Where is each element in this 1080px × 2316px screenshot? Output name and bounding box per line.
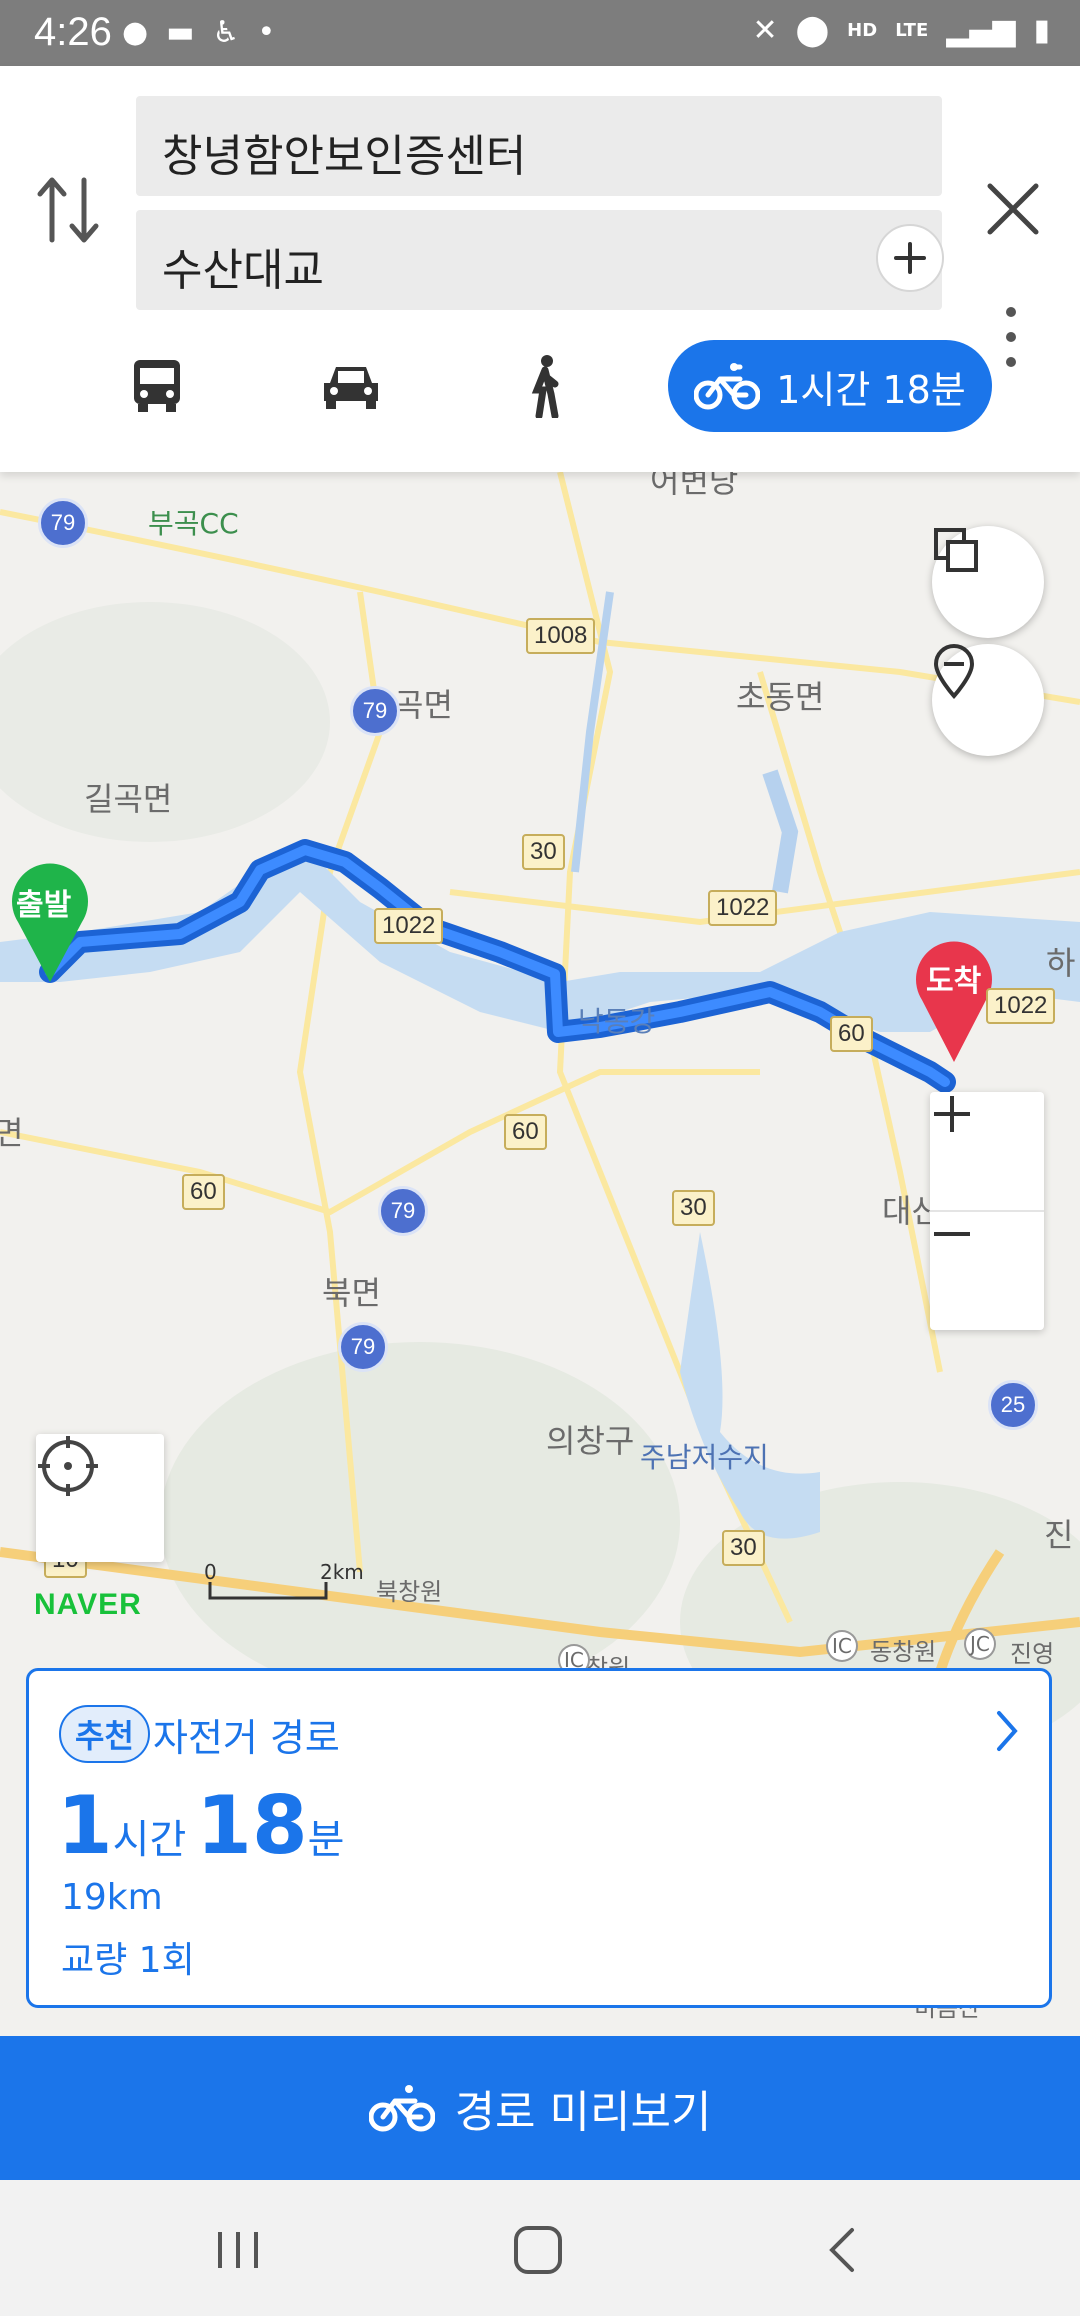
location-icon: ⬤ xyxy=(795,13,830,48)
bike-duration: 1시간 18분 xyxy=(776,367,966,412)
route-type: 자전거 경로 xyxy=(153,1716,340,1760)
add-waypoint-button[interactable] xyxy=(876,224,944,292)
talk-icon: ● xyxy=(122,15,149,50)
status-bar: 4:26 ● ▬ ♿ • ✕ ⬤ HD LTE ▂▄▆ ▮ xyxy=(0,0,1080,66)
battery-icon: ▮ xyxy=(1033,13,1050,48)
destination-field[interactable]: 수산대교 xyxy=(136,210,944,310)
route-duration: 1시간 18분 xyxy=(57,1779,354,1872)
place-label: 어변당 xyxy=(650,472,739,500)
back-button[interactable] xyxy=(814,2220,874,2280)
map-scale: 0 2km xyxy=(204,1560,364,1602)
place-pin-button[interactable] xyxy=(932,644,1044,756)
chevron-right-icon[interactable] xyxy=(987,1701,1027,1761)
route-bridges: 교량 1회 xyxy=(61,1940,195,1981)
route-preview-button[interactable]: 경로 미리보기 xyxy=(0,2036,1080,2180)
route-summary-card[interactable]: 추천 자전거 경로 1시간 18분 19km 교량 1회 xyxy=(26,1668,1052,2008)
recent-apps-button[interactable] xyxy=(208,2220,268,2280)
place-label: 면 xyxy=(0,1114,24,1152)
current-location-button[interactable] xyxy=(36,1434,164,1562)
place-label: 하 xyxy=(1046,944,1076,982)
road-badge: 1022 xyxy=(986,988,1056,1024)
road-badge: 60 xyxy=(182,1174,225,1210)
route-badge: 79 xyxy=(338,1322,388,1372)
zoom-controls xyxy=(930,1092,1044,1330)
place-label: 동창원 xyxy=(870,1638,937,1666)
map-pin-icon xyxy=(933,644,975,699)
route-search-header: 창녕함안보인증센터 수산대교 1시간 18분 xyxy=(0,66,1080,472)
river-label: 낙동강 xyxy=(578,1005,656,1038)
jc-label: JC xyxy=(964,1628,996,1660)
road-badge: 1022 xyxy=(708,890,778,926)
duration-minutes-unit: 분 xyxy=(307,1817,345,1863)
road-badge: 60 xyxy=(504,1114,547,1150)
home-button[interactable] xyxy=(508,2220,568,2280)
zoom-in-button[interactable] xyxy=(930,1092,1044,1210)
bus-icon xyxy=(134,360,180,412)
message-icon: ▬ xyxy=(166,15,195,50)
road-badge: 1008 xyxy=(526,618,596,654)
place-label: 길곡면 xyxy=(84,780,173,818)
road-badge: 1022 xyxy=(374,908,444,944)
duration-hours-unit: 시간 xyxy=(112,1817,187,1863)
place-label: 북면 xyxy=(322,1274,381,1312)
system-nav-bar xyxy=(0,2180,1080,2316)
place-label: 초동면 xyxy=(736,678,825,716)
zoom-out-button[interactable] xyxy=(930,1212,1044,1330)
mode-bike[interactable]: 1시간 18분 xyxy=(668,340,992,432)
mute-icon: ✕ xyxy=(752,13,778,48)
mode-walk[interactable] xyxy=(500,340,590,432)
route-badge: 79 xyxy=(350,686,400,736)
place-label: 의창구 xyxy=(546,1422,635,1460)
duration-hours: 1 xyxy=(57,1779,113,1872)
road-badge: 30 xyxy=(672,1190,715,1226)
place-label: 북창원 xyxy=(376,1578,443,1606)
lake-label: 주남저수지 xyxy=(640,1441,769,1474)
home-icon xyxy=(514,2226,562,2274)
place-label: 부곡CC xyxy=(148,507,239,540)
hd-voice-icon: HD xyxy=(847,20,878,41)
preview-label: 경로 미리보기 xyxy=(454,2087,712,2138)
status-time: 4:26 xyxy=(34,10,112,54)
recents-icon xyxy=(218,2232,258,2268)
recommend-badge: 추천 xyxy=(59,1705,150,1763)
place-label: 곡면 xyxy=(394,686,453,724)
route-badge: 79 xyxy=(378,1186,428,1236)
end-marker-label: 도착 xyxy=(926,964,982,999)
mode-bus[interactable] xyxy=(112,340,202,432)
signal-icon: ▂▄▆ xyxy=(946,13,1016,48)
duration-minutes: 18 xyxy=(196,1779,308,1872)
place-label: 진영 xyxy=(1010,1640,1055,1668)
road-badge: 60 xyxy=(830,1016,873,1052)
road-badge: 30 xyxy=(722,1530,765,1566)
close-icon[interactable] xyxy=(982,178,1044,240)
mode-car[interactable] xyxy=(306,340,396,432)
crosshair-icon xyxy=(38,1436,98,1496)
bike-icon xyxy=(368,2085,435,2132)
walk-icon xyxy=(531,355,559,418)
origin-field[interactable]: 창녕함안보인증센터 xyxy=(136,96,942,196)
route-badge: 79 xyxy=(38,498,88,548)
dot-icon: • xyxy=(257,15,276,50)
accessibility-icon: ♿ xyxy=(212,15,240,50)
origin-text: 창녕함안보인증센터 xyxy=(162,131,527,182)
layers-button[interactable] xyxy=(932,526,1044,638)
car-icon xyxy=(324,367,378,409)
naver-logo: NAVER xyxy=(34,1588,142,1621)
bike-icon xyxy=(694,363,761,410)
swap-icon[interactable] xyxy=(36,170,100,250)
lte-icon: LTE xyxy=(895,20,929,41)
place-label: 진 xyxy=(1044,1516,1074,1554)
route-distance: 19km xyxy=(61,1877,163,1918)
back-icon xyxy=(829,2228,854,2272)
start-marker-label: 출발 xyxy=(16,888,72,923)
layers-icon xyxy=(934,528,978,572)
destination-text: 수산대교 xyxy=(162,245,324,296)
road-badge: 30 xyxy=(522,834,565,870)
route-badge: 25 xyxy=(988,1380,1038,1430)
more-options-icon[interactable] xyxy=(996,302,1026,372)
ic-label: IC xyxy=(826,1630,858,1662)
